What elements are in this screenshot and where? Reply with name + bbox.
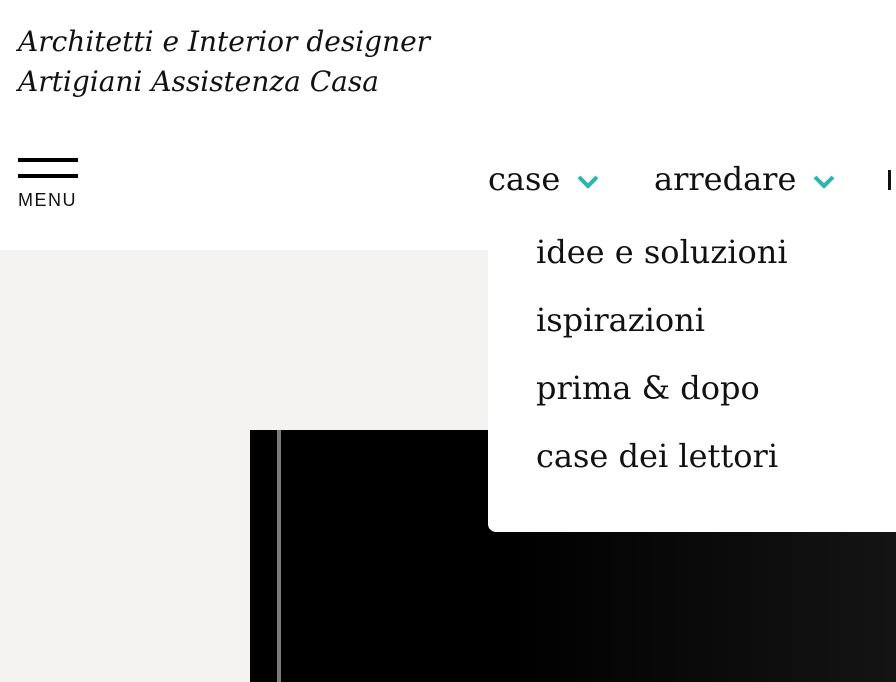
hero-stripe — [277, 430, 281, 682]
nav-item-case[interactable]: case — [488, 155, 599, 203]
chevron-down-icon — [577, 175, 598, 189]
chevron-down-icon — [813, 175, 834, 189]
top-link-architetti[interactable]: Architetti e Interior designer — [18, 22, 430, 62]
nav-item-arredare[interactable]: arredare — [654, 155, 835, 203]
dropdown-item-ispirazioni[interactable]: ispirazioni — [536, 298, 705, 342]
top-links: Architetti e Interior designer Artigiani… — [18, 0, 430, 102]
top-link-partial[interactable] — [18, 0, 430, 22]
nav-item-next-partial[interactable] — [888, 155, 896, 203]
dropdown-item-prima-dopo[interactable]: prima & dopo — [536, 366, 760, 410]
nav-item-label: arredare — [654, 160, 797, 198]
top-link-artigiani[interactable]: Artigiani Assistenza Casa — [18, 62, 430, 102]
case-dropdown-menu: idee e soluzioni ispirazioni prima & dop… — [488, 222, 896, 532]
dropdown-item-idee[interactable]: idee e soluzioni — [536, 230, 788, 274]
nav-item-partial-glyph — [888, 170, 896, 190]
nav-item-label: case — [488, 160, 561, 198]
main-nav: case arredare — [0, 155, 896, 205]
dropdown-item-case-lettori[interactable]: case dei lettori — [536, 434, 778, 478]
